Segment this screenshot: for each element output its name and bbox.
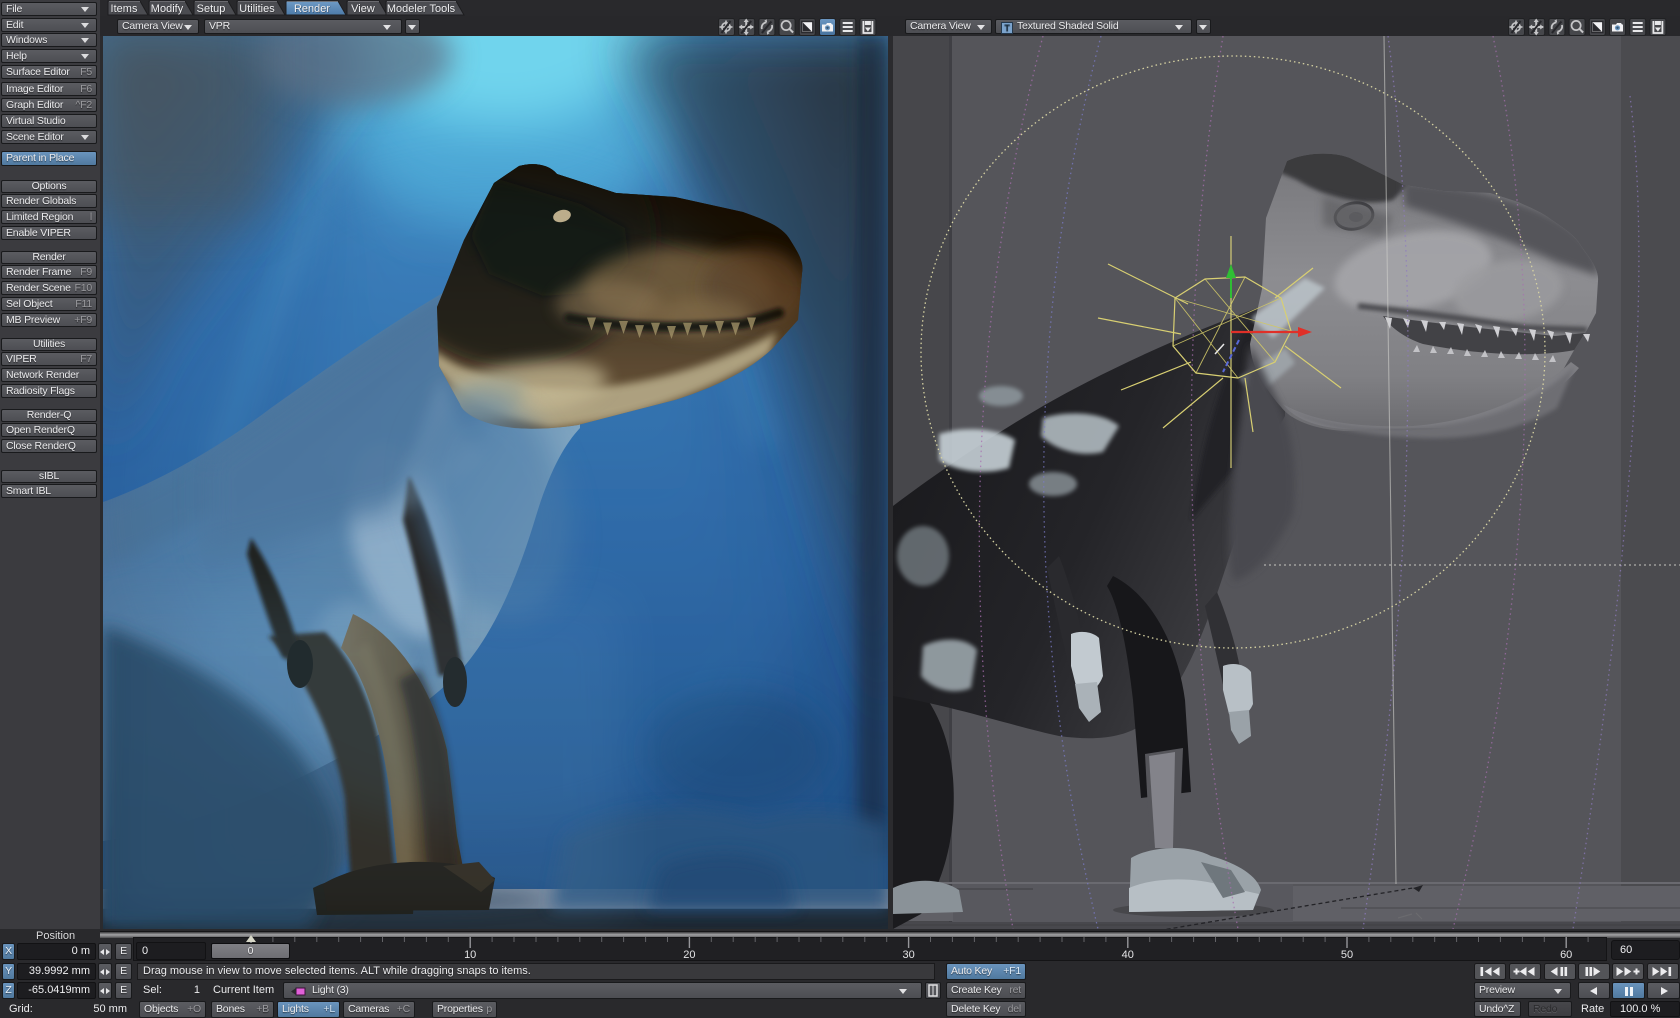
svg-text:Modify: Modify xyxy=(151,3,184,15)
svg-text:40: 40 xyxy=(1122,949,1134,961)
svg-text:View: View xyxy=(351,3,375,15)
svg-text:50: 50 xyxy=(1341,949,1353,961)
svg-text:60: 60 xyxy=(1560,949,1572,961)
svg-text:20: 20 xyxy=(683,949,695,961)
svg-text:10: 10 xyxy=(464,949,476,961)
svg-text:Modeler Tools: Modeler Tools xyxy=(387,3,456,15)
svg-text:30: 30 xyxy=(902,949,914,961)
svg-text:Render: Render xyxy=(294,3,330,15)
svg-text:Setup: Setup xyxy=(197,3,226,15)
svg-text:Items: Items xyxy=(111,3,138,15)
svg-text:Utilities: Utilities xyxy=(239,3,275,15)
